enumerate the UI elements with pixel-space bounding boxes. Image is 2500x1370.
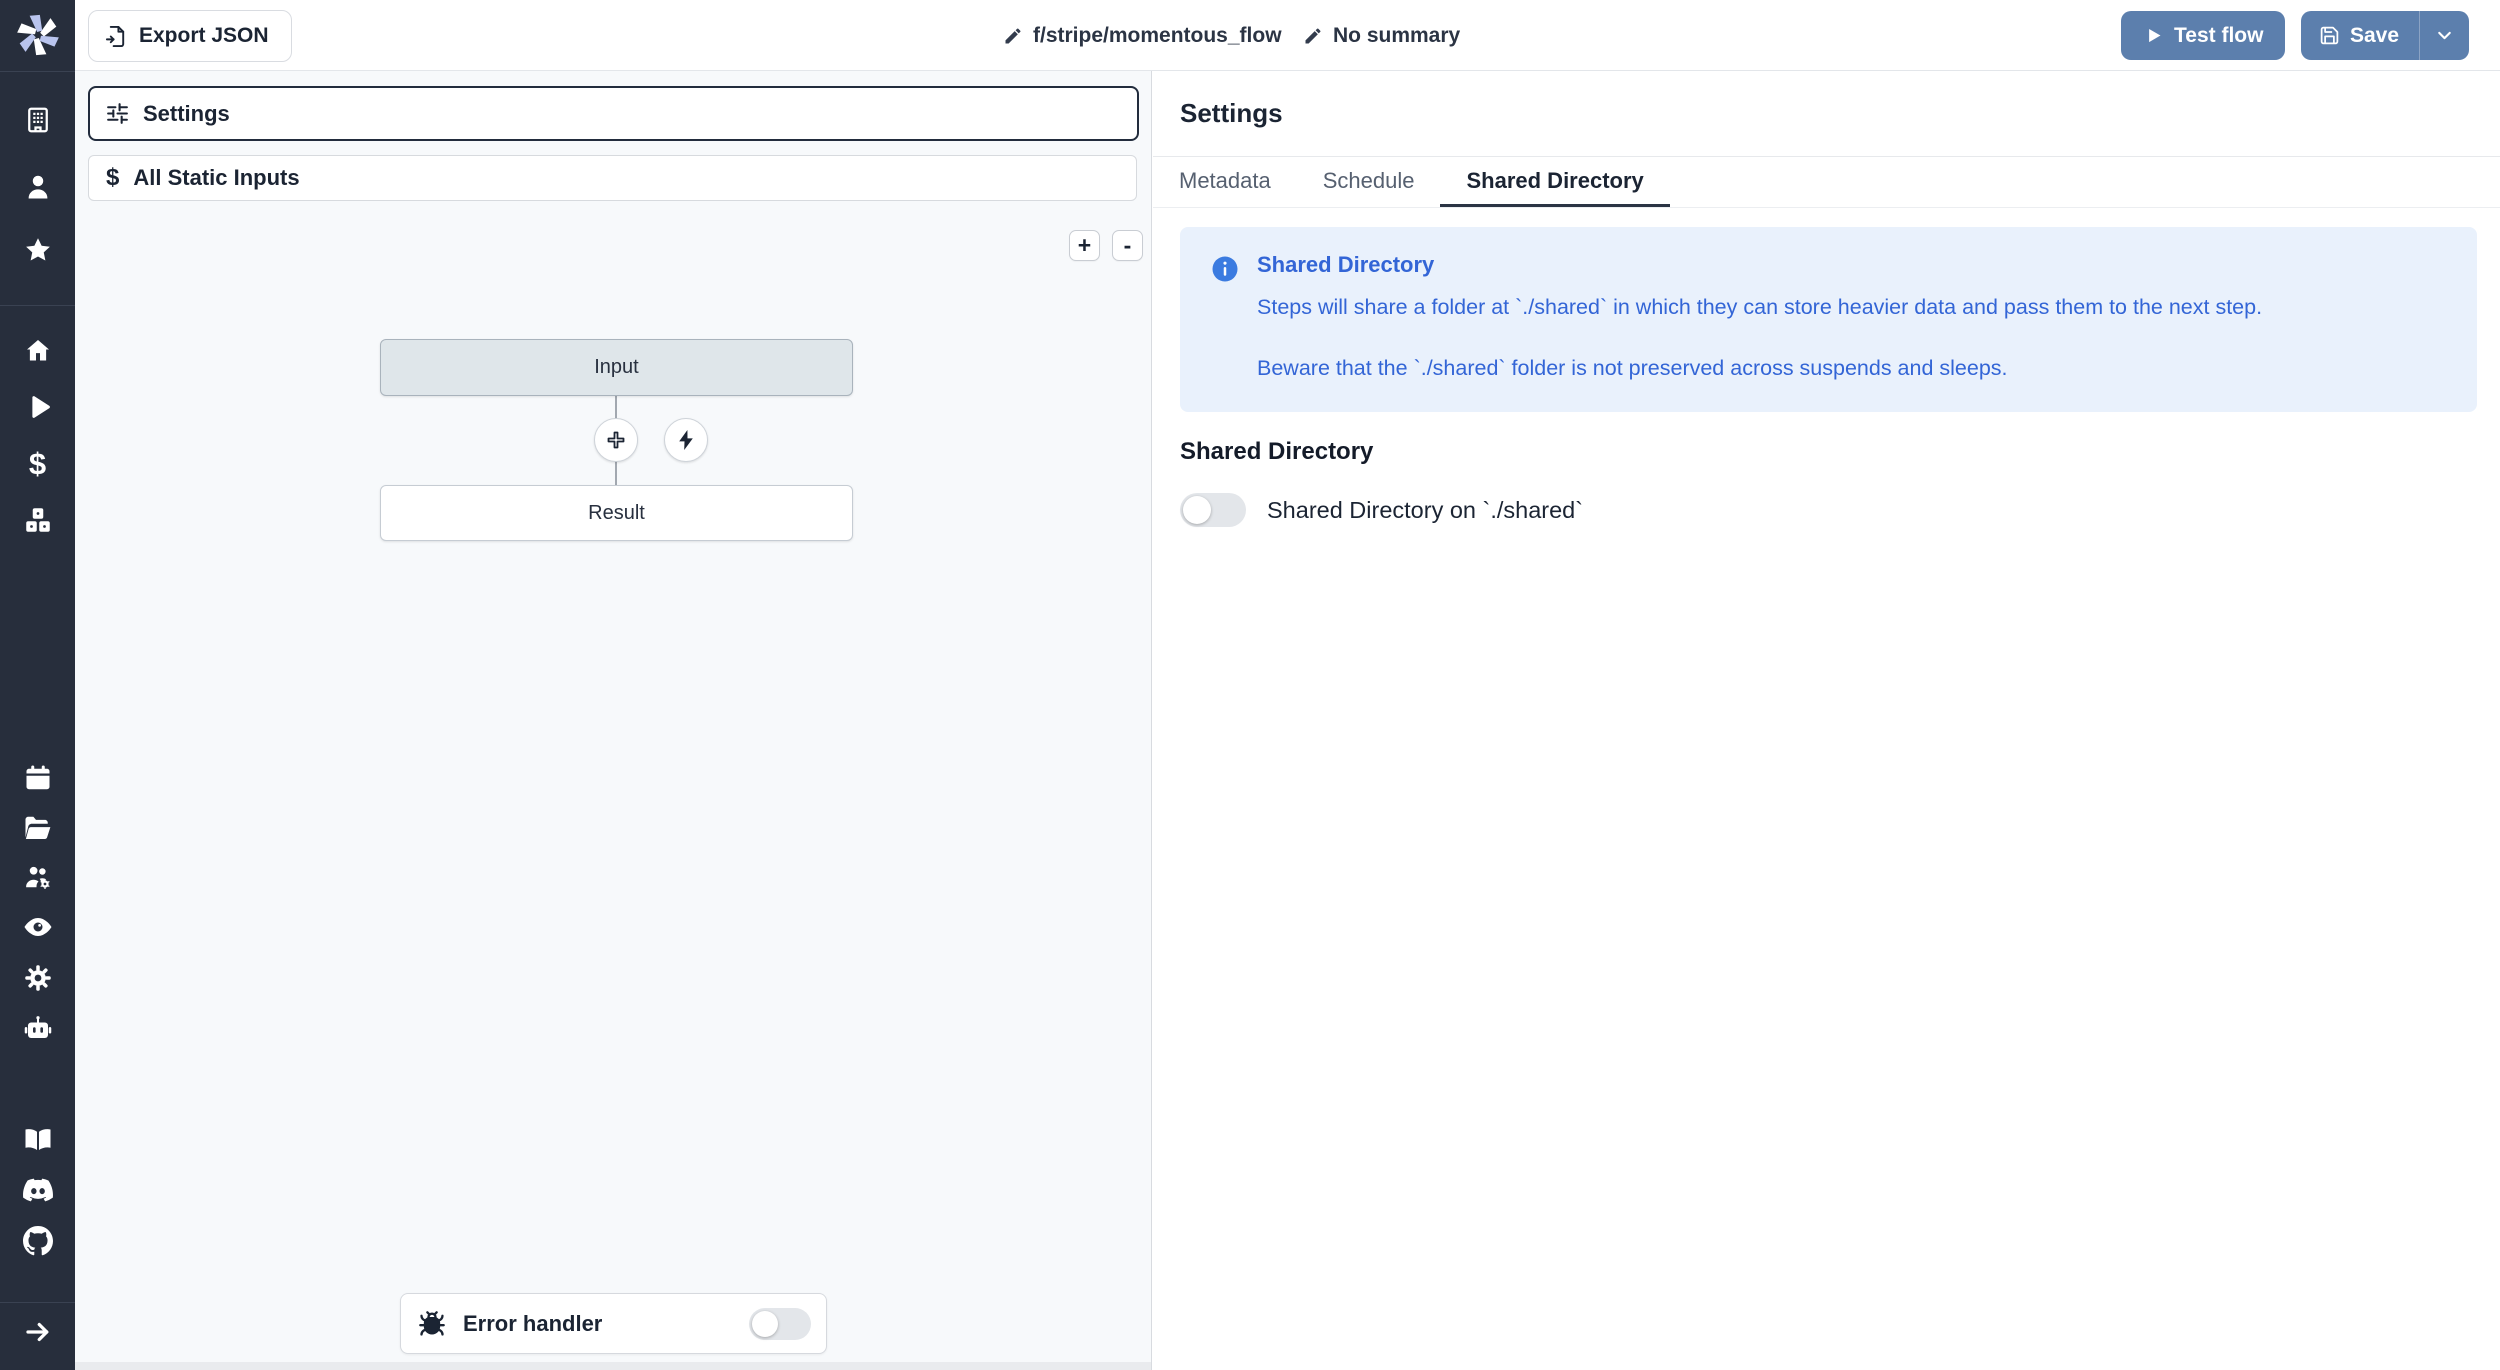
info-icon xyxy=(1210,254,1240,284)
all-static-inputs-label: All Static Inputs xyxy=(133,165,299,191)
dollar-icon: $ xyxy=(106,164,119,192)
save-dropdown-button[interactable] xyxy=(2419,11,2469,60)
test-flow-button[interactable]: Test flow xyxy=(2121,11,2285,60)
input-node[interactable]: Input xyxy=(380,339,853,396)
sidebar-divider xyxy=(0,1302,75,1303)
chevron-down-icon xyxy=(2434,25,2455,46)
sidebar: $ xyxy=(0,0,75,1370)
zoom-out-button[interactable]: - xyxy=(1112,230,1143,261)
schedules-calendar-icon[interactable] xyxy=(23,763,53,793)
sidebar-divider xyxy=(0,305,75,306)
add-step-button[interactable] xyxy=(594,418,638,462)
tab-schedule[interactable]: Schedule xyxy=(1297,157,1441,207)
discord-icon[interactable] xyxy=(23,1175,53,1205)
audit-eye-icon[interactable] xyxy=(23,912,53,942)
file-output-icon xyxy=(105,25,128,48)
bolt-icon xyxy=(674,428,698,452)
error-handler-box[interactable]: Error handler xyxy=(400,1293,827,1354)
flow-path-label: f/stripe/momentous_flow xyxy=(1033,24,1282,48)
save-button[interactable]: Save xyxy=(2301,11,2419,60)
sliders-icon xyxy=(105,101,130,126)
shared-directory-heading: Shared Directory xyxy=(1180,438,2500,466)
export-json-label: Export JSON xyxy=(139,24,269,48)
all-static-inputs-box[interactable]: $ All Static Inputs xyxy=(88,155,1137,201)
flow-canvas[interactable]: Settings $ All Static Inputs + - Input R… xyxy=(75,71,1152,1370)
flow-summary[interactable]: No summary xyxy=(1303,0,1460,71)
info-content: Shared Directory Steps will share a fold… xyxy=(1257,252,2262,412)
tab-metadata[interactable]: Metadata xyxy=(1153,157,1297,207)
trigger-bolt-button[interactable] xyxy=(664,418,708,462)
sidebar-divider xyxy=(0,71,75,72)
docs-book-icon[interactable] xyxy=(23,1125,53,1155)
flow-settings-label: Settings xyxy=(143,101,230,127)
workers-bot-icon[interactable] xyxy=(23,1014,53,1044)
building-icon[interactable] xyxy=(23,105,53,135)
settings-gear-icon[interactable] xyxy=(23,963,53,993)
zoom-out-label: - xyxy=(1124,234,1132,257)
home-icon[interactable] xyxy=(23,336,53,366)
play-icon xyxy=(2143,25,2164,46)
toggle-knob xyxy=(752,1311,778,1337)
star-icon[interactable] xyxy=(23,235,53,265)
canvas-bottom-edge xyxy=(75,1362,1151,1370)
input-node-label: Input xyxy=(594,356,638,379)
result-node-label: Result xyxy=(588,502,645,525)
folders-icon[interactable] xyxy=(23,813,53,843)
error-handler-toggle[interactable] xyxy=(749,1308,811,1340)
info-line-1: Steps will share a folder at `./shared` … xyxy=(1257,295,2262,320)
flow-summary-label: No summary xyxy=(1333,24,1460,48)
toggle-knob xyxy=(1183,496,1211,524)
result-node[interactable]: Result xyxy=(380,485,853,541)
info-title: Shared Directory xyxy=(1257,252,2262,278)
zoom-in-button[interactable]: + xyxy=(1069,230,1100,261)
flow-settings-box[interactable]: Settings xyxy=(88,86,1139,141)
tab-shared-directory[interactable]: Shared Directory xyxy=(1440,157,1669,207)
pencil-icon xyxy=(1003,26,1023,46)
shared-directory-info-box: Shared Directory Steps will share a fold… xyxy=(1180,227,2477,412)
test-flow-label: Test flow xyxy=(2174,24,2263,48)
shared-directory-toggle[interactable] xyxy=(1180,493,1246,527)
pencil-icon xyxy=(1303,26,1323,46)
error-handler-label: Error handler xyxy=(463,1311,602,1337)
shared-directory-toggle-row: Shared Directory on `./shared` xyxy=(1180,493,2500,527)
save-icon xyxy=(2319,25,2340,46)
user-icon[interactable] xyxy=(23,172,53,202)
save-split-button: Save xyxy=(2301,11,2469,60)
export-json-button[interactable]: Export JSON xyxy=(88,10,292,62)
runs-play-icon[interactable] xyxy=(23,392,53,422)
github-icon[interactable] xyxy=(23,1226,53,1256)
topbar: Export JSON f/stripe/momentous_flow No s… xyxy=(75,0,2500,71)
groups-users-gear-icon[interactable] xyxy=(23,862,53,892)
plus-icon xyxy=(604,428,628,452)
flow-path[interactable]: f/stripe/momentous_flow xyxy=(1003,0,1282,71)
settings-panel-title: Settings xyxy=(1153,71,2500,157)
shared-directory-toggle-label: Shared Directory on `./shared` xyxy=(1267,497,1583,524)
resources-boxes-icon[interactable] xyxy=(23,505,53,535)
info-line-2: Beware that the `./shared` folder is not… xyxy=(1257,356,2262,381)
windmill-logo-icon[interactable] xyxy=(16,13,60,57)
expand-arrow-right-icon[interactable] xyxy=(23,1317,53,1347)
settings-tabs: Metadata Schedule Shared Directory xyxy=(1153,157,2500,208)
settings-panel: Settings Metadata Schedule Shared Direct… xyxy=(1153,71,2500,1370)
zoom-in-label: + xyxy=(1078,234,1091,257)
bug-icon xyxy=(418,1310,446,1338)
variables-dollar-icon[interactable]: $ xyxy=(23,449,53,479)
save-label: Save xyxy=(2350,24,2399,48)
